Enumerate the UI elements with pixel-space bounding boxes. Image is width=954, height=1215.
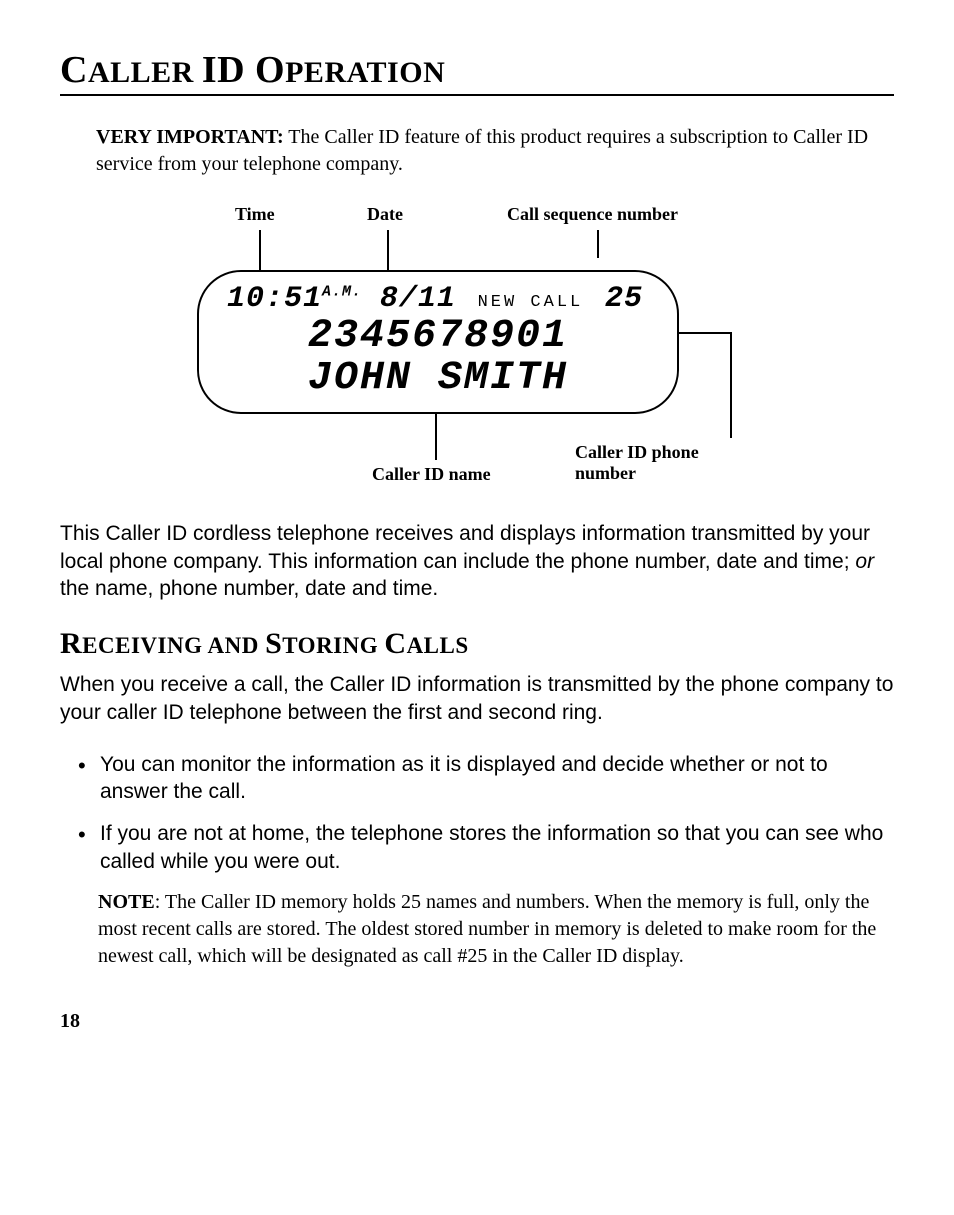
lcd-date: 8/11 — [380, 282, 456, 316]
list-item: If you are not at home, the telephone st… — [78, 820, 894, 875]
note-text: : The Caller ID memory holds 25 names an… — [98, 891, 876, 967]
lcd-sequence: 25 — [605, 282, 643, 316]
section-heading: RECEIVING AND STORING CALLS — [60, 627, 894, 661]
page-number: 18 — [60, 1010, 894, 1033]
label-caller-id-name: Caller ID name — [372, 464, 491, 485]
lcd-newcall-flag: NEW CALL — [478, 293, 584, 312]
intro-paragraph: VERY IMPORTANT: The Caller ID feature of… — [96, 124, 894, 178]
title-part: PERATION — [285, 56, 445, 89]
title-part: ID — [202, 49, 255, 91]
bullet-list: You can monitor the information as it is… — [60, 751, 894, 876]
title-part: C — [60, 49, 88, 91]
body-paragraph-2: When you receive a call, the Caller ID i… — [60, 671, 894, 726]
label-caller-id-phone: Caller ID phone number — [575, 442, 757, 484]
lcd-time: 10:51 — [227, 282, 322, 316]
body-text: This Caller ID cordless telephone receiv… — [60, 522, 870, 573]
lcd-ampm: A.M. — [322, 284, 362, 301]
title-part: ALLER — [88, 56, 202, 89]
title-part: O — [255, 49, 285, 91]
leader-lines-bottom: Caller ID name Caller ID phone number — [197, 414, 757, 494]
label-time: Time — [235, 204, 275, 225]
leader-lines-top — [197, 230, 757, 270]
body-text: the name, phone number, date and time. — [60, 577, 438, 600]
list-item: You can monitor the information as it is… — [78, 751, 894, 806]
caller-id-diagram: Time Date Call sequence number 10:51A.M.… — [197, 204, 757, 494]
label-date: Date — [367, 204, 403, 225]
lcd-caller-name: JOHN SMITH — [223, 358, 653, 400]
label-call-sequence: Call sequence number — [507, 204, 678, 225]
lcd-display: 10:51A.M. 8/11 NEW CALL 25 2345678901 JO… — [197, 270, 679, 414]
note-paragraph: NOTE: The Caller ID memory holds 25 name… — [98, 889, 894, 970]
body-text-em: or — [855, 550, 874, 573]
lcd-row-1: 10:51A.M. 8/11 NEW CALL 25 — [223, 282, 653, 316]
page-title: CALLER ID OPERATION — [60, 48, 894, 96]
note-bold: NOTE — [98, 891, 155, 913]
intro-bold: VERY IMPORTANT: — [96, 126, 284, 148]
lcd-phone-number: 2345678901 — [223, 316, 653, 358]
body-paragraph-1: This Caller ID cordless telephone receiv… — [60, 520, 894, 603]
